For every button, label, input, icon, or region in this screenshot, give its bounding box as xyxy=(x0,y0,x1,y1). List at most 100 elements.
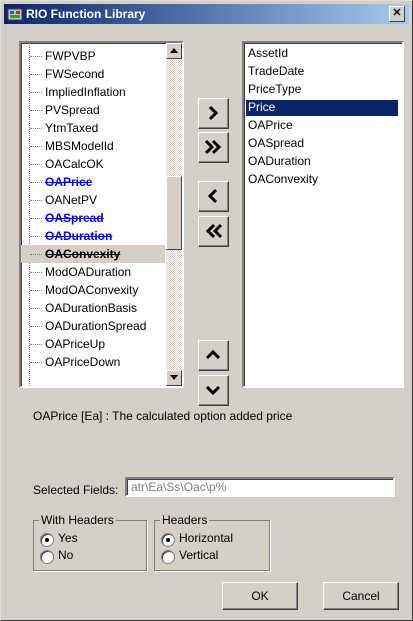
available-fields-scrollbar[interactable] xyxy=(166,43,182,386)
available-field-item[interactable]: OASpread xyxy=(21,209,165,227)
available-field-item[interactable]: ModOAConvexity xyxy=(21,281,165,299)
available-field-label: ModOADuration xyxy=(45,265,132,279)
with-headers-no-label[interactable]: No xyxy=(58,548,73,562)
remove-all-icon xyxy=(205,223,223,239)
add-icon xyxy=(208,105,219,121)
available-field-label: OADurationSpread xyxy=(45,319,147,333)
tree-branch xyxy=(30,74,42,75)
available-field-item[interactable]: MBSModelId xyxy=(21,137,165,155)
selected-field-item[interactable]: OADuration xyxy=(248,154,311,170)
selected-field-item[interactable]: Price xyxy=(246,100,398,116)
field-description: OAPrice [Ea] : The calculated option add… xyxy=(33,409,293,423)
with-headers-group: With Headers Yes No xyxy=(33,513,147,571)
available-field-label: YtmTaxed xyxy=(45,121,99,135)
available-field-item[interactable]: ImpliedInflation xyxy=(21,83,165,101)
tree-branch xyxy=(30,110,42,111)
available-field-label: ModOAConvexity xyxy=(45,283,139,297)
tree-branch xyxy=(30,290,42,291)
available-field-item[interactable]: OADuration xyxy=(21,227,165,245)
tree-branch xyxy=(30,128,42,129)
with-headers-no-radio[interactable] xyxy=(40,550,54,564)
remove-icon xyxy=(207,188,218,204)
scroll-up-arrow-icon xyxy=(170,48,178,53)
selected-field-item[interactable]: OASpread xyxy=(248,136,304,152)
available-fields-tree: FWPVBP FWSecond ImpliedInflation PVSpread Yt… xyxy=(21,43,165,386)
available-field-label: OAConvexity xyxy=(45,247,121,261)
available-field-item[interactable]: OACalcOK xyxy=(21,155,165,173)
tree-branch xyxy=(30,272,42,273)
available-field-item[interactable]: OAConvexity xyxy=(21,245,165,263)
move-down-button[interactable] xyxy=(198,375,229,406)
tree-branch xyxy=(30,92,42,93)
available-field-item[interactable]: OANetPV xyxy=(21,191,165,209)
headers-legend: Headers xyxy=(160,513,210,527)
headers-horizontal-radio[interactable] xyxy=(161,533,175,547)
close-button[interactable]: ✕ xyxy=(389,6,405,22)
selected-fields-list[interactable]: AssetId TradeDate PriceType Price OAPrice OAS… xyxy=(242,41,404,388)
close-icon: ✕ xyxy=(392,7,402,19)
remove-all-button[interactable] xyxy=(198,216,229,247)
available-field-item[interactable]: FWSecond xyxy=(21,65,165,83)
cancel-button[interactable]: Cancel xyxy=(323,582,399,610)
selected-field-item[interactable]: OAPrice xyxy=(248,118,293,134)
available-field-item[interactable]: OADurationSpread xyxy=(21,317,165,335)
available-field-label: OADuration xyxy=(45,229,113,243)
scroll-thumb[interactable] xyxy=(166,176,182,250)
available-field-label: PVSpread xyxy=(45,103,100,117)
remove-button[interactable] xyxy=(198,181,229,212)
tree-branch xyxy=(30,254,42,255)
available-field-label: OAPriceUp xyxy=(45,337,106,351)
move-up-icon xyxy=(205,349,221,360)
selected-field-item[interactable]: TradeDate xyxy=(248,64,304,80)
available-field-item[interactable]: OAPrice xyxy=(21,173,165,191)
app-icon xyxy=(7,8,23,21)
tree-branch xyxy=(30,56,42,57)
with-headers-legend: With Headers xyxy=(39,513,116,527)
selected-field-item[interactable]: OAConvexity xyxy=(248,172,318,188)
available-field-label: OAPriceDown xyxy=(45,355,121,369)
title-bar[interactable]: RIO Function Library ✕ xyxy=(4,4,409,24)
tree-branch xyxy=(30,326,42,327)
available-field-item[interactable]: PVSpread xyxy=(21,101,165,119)
scroll-down-button[interactable] xyxy=(166,370,182,386)
available-field-item[interactable]: ModOADuration xyxy=(21,263,165,281)
selected-field-item[interactable]: PriceType xyxy=(248,82,301,98)
available-field-label: OANetPV xyxy=(45,193,98,207)
headers-orientation-group: Headers Horizontal Vertical xyxy=(154,513,270,571)
radio-selected-dot xyxy=(45,538,49,542)
available-field-label: MBSModelId xyxy=(45,139,114,153)
window-title: RIO Function Library xyxy=(26,7,146,21)
available-field-item[interactable]: FWPVBP xyxy=(21,47,165,65)
selected-fields-input[interactable] xyxy=(125,477,395,497)
tree-branch xyxy=(30,236,42,237)
add-all-button[interactable] xyxy=(198,132,229,163)
headers-vertical-label[interactable]: Vertical xyxy=(179,548,218,562)
scroll-up-button[interactable] xyxy=(166,43,182,59)
tree-branch xyxy=(30,308,42,309)
move-up-button[interactable] xyxy=(198,340,229,371)
dialog-window: RIO Function Library ✕ FWPVBP FWSecond Imp… xyxy=(0,0,413,621)
available-field-item[interactable]: YtmTaxed xyxy=(21,119,165,137)
tree-branch xyxy=(30,200,42,201)
with-headers-yes-radio[interactable] xyxy=(40,533,54,547)
add-button[interactable] xyxy=(198,98,229,129)
add-all-icon xyxy=(204,139,222,155)
available-field-label: ImpliedInflation xyxy=(45,85,126,99)
available-field-item[interactable]: OAPriceDown xyxy=(21,353,165,371)
tree-branch xyxy=(30,218,42,219)
available-field-label: OASpread xyxy=(45,211,104,225)
ok-button[interactable]: OK xyxy=(222,582,298,610)
available-field-item[interactable]: OAPriceUp xyxy=(21,335,165,353)
available-field-item[interactable]: OADurationBasis xyxy=(21,299,165,317)
with-headers-yes-label[interactable]: Yes xyxy=(58,531,78,545)
available-field-label: FWPVBP xyxy=(45,49,96,63)
headers-vertical-radio[interactable] xyxy=(161,550,175,564)
available-field-label: OAPrice xyxy=(45,175,93,189)
tree-branch xyxy=(30,182,42,183)
radio-selected-dot xyxy=(166,538,170,542)
tree-branch xyxy=(30,146,42,147)
headers-horizontal-label[interactable]: Horizontal xyxy=(179,531,233,545)
available-fields-list[interactable]: FWPVBP FWSecond ImpliedInflation PVSpread Yt… xyxy=(19,41,184,388)
tree-branch xyxy=(30,362,42,363)
selected-field-item[interactable]: AssetId xyxy=(248,46,288,62)
